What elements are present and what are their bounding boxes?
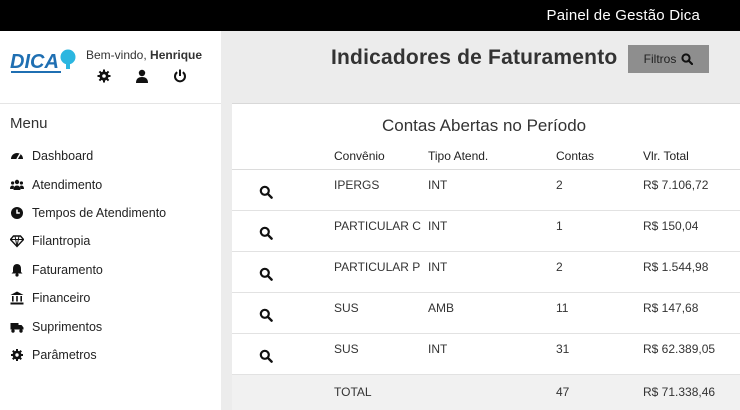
view-details-button[interactable]	[259, 267, 273, 281]
table-total-row: TOTAL 47 R$ 71.338,46	[232, 375, 740, 410]
open-accounts-panel: Contas Abertas no Período Convênio Tipo …	[232, 104, 740, 410]
sidebar-item-atendimento[interactable]: Atendimento	[10, 170, 166, 198]
sidebar-item-filantropia[interactable]: Filantropia	[10, 227, 166, 255]
view-details-button[interactable]	[259, 308, 273, 322]
profile-button[interactable]	[135, 69, 149, 83]
gear-icon	[10, 348, 24, 362]
table-header: Convênio Tipo Atend. Contas Vlr. Total	[232, 141, 740, 170]
welcome-message: Bem-vindo, Henrique	[86, 48, 202, 62]
user-icon	[136, 69, 148, 83]
table-row: PARTICULAR C INT 1 R$ 150,04	[232, 211, 740, 252]
svg-text:DICA: DICA	[10, 51, 59, 73]
sidebar-item-label: Suprimentos	[32, 319, 103, 334]
sidebar-item-label: Filantropia	[32, 234, 91, 249]
cell-convenio: SUS	[334, 301, 359, 315]
cell-tipo: AMB	[428, 301, 455, 315]
cell-tipo: INT	[428, 178, 448, 192]
table-row: PARTICULAR P INT 2 R$ 1.544,98	[232, 252, 740, 293]
cell-convenio: PARTICULAR C	[334, 219, 421, 233]
sidebar-item-tempos[interactable]: Tempos de Atendimento	[10, 199, 166, 227]
filter-label: Filtros	[643, 52, 677, 66]
cell-valor: R$ 1.544,98	[643, 260, 709, 274]
cell-valor: R$ 150,04	[643, 219, 699, 233]
sidebar-item-dashboard[interactable]: Dashboard	[10, 142, 166, 170]
table-row: SUS INT 31 R$ 62.389,05	[232, 334, 740, 375]
cell-valor: R$ 147,68	[643, 301, 699, 315]
user-actions	[97, 69, 187, 83]
brand-logo: DICA	[10, 47, 80, 77]
cell-tipo: INT	[428, 260, 448, 274]
sidebar: DICA Bem-vindo, Henrique Menu Dashboard …	[0, 31, 221, 410]
search-icon	[259, 267, 273, 281]
sidebar-item-parametros[interactable]: Parâmetros	[10, 341, 166, 369]
logout-button[interactable]	[173, 69, 187, 83]
view-details-button[interactable]	[259, 185, 273, 199]
page-title: Indicadores de Faturamento	[331, 46, 618, 69]
panel-title: Contas Abertas no Período	[382, 116, 587, 135]
gem-icon	[10, 234, 24, 248]
user-name: Henrique	[150, 48, 203, 62]
total-label: TOTAL	[334, 385, 372, 399]
sidebar-item-label: Atendimento	[32, 177, 103, 192]
cell-contas: 2	[556, 178, 563, 192]
bank-icon	[10, 291, 24, 305]
sidebar-menu: Dashboard Atendimento Tempos de Atendime…	[10, 142, 166, 369]
cell-convenio: SUS	[334, 342, 359, 356]
search-icon	[259, 185, 273, 199]
clock-icon	[10, 206, 24, 220]
search-icon	[259, 308, 273, 322]
sidebar-item-label: Tempos de Atendimento	[32, 205, 167, 220]
cell-tipo: INT	[428, 219, 448, 233]
sidebar-item-label: Parâmetros	[32, 347, 97, 362]
filter-button[interactable]: Filtros	[628, 45, 709, 73]
column-header-tipo: Tipo Atend.	[428, 149, 489, 163]
sidebar-item-financeiro[interactable]: Financeiro	[10, 284, 166, 312]
cell-convenio: PARTICULAR P	[334, 260, 421, 274]
total-contas: 47	[556, 385, 570, 399]
cell-contas: 31	[556, 342, 570, 356]
sidebar-item-suprimentos[interactable]: Suprimentos	[10, 312, 166, 340]
app-title: Painel de Gestão Dica	[546, 7, 700, 24]
dashboard-icon	[10, 149, 24, 163]
search-icon	[259, 349, 273, 363]
total-valor: R$ 71.338,46	[643, 385, 716, 399]
accounts-table: Convênio Tipo Atend. Contas Vlr. Total I…	[232, 141, 740, 410]
top-bar: Painel de Gestão Dica	[0, 0, 740, 31]
column-header-convenio: Convênio	[334, 149, 385, 163]
search-icon	[681, 53, 694, 65]
column-header-valor: Vlr. Total	[643, 149, 689, 163]
power-icon	[174, 69, 186, 83]
sidebar-item-label: Dashboard	[32, 149, 94, 164]
users-icon	[10, 178, 24, 192]
sidebar-item-label: Faturamento	[32, 262, 103, 277]
cell-valor: R$ 7.106,72	[643, 178, 709, 192]
cell-contas: 11	[556, 301, 569, 315]
settings-button[interactable]	[97, 69, 111, 83]
view-details-button[interactable]	[259, 226, 273, 240]
cell-contas: 1	[556, 219, 563, 233]
cell-contas: 2	[556, 260, 563, 274]
cell-convenio: IPERGS	[334, 178, 380, 192]
truck-icon	[10, 320, 24, 334]
view-details-button[interactable]	[259, 349, 273, 363]
table-row: IPERGS INT 2 R$ 7.106,72	[232, 170, 740, 211]
table-row: SUS AMB 11 R$ 147,68	[232, 293, 740, 334]
menu-title: Menu	[10, 115, 48, 132]
gear-icon	[97, 69, 111, 83]
search-icon	[259, 226, 273, 240]
cell-valor: R$ 62.389,05	[643, 342, 716, 356]
sidebar-divider	[0, 103, 221, 104]
bell-icon	[10, 263, 24, 277]
welcome-prefix: Bem-vindo,	[86, 48, 147, 62]
sidebar-item-label: Financeiro	[32, 291, 91, 306]
column-header-contas: Contas	[556, 149, 595, 163]
cell-tipo: INT	[428, 342, 448, 356]
sidebar-item-faturamento[interactable]: Faturamento	[10, 256, 166, 284]
